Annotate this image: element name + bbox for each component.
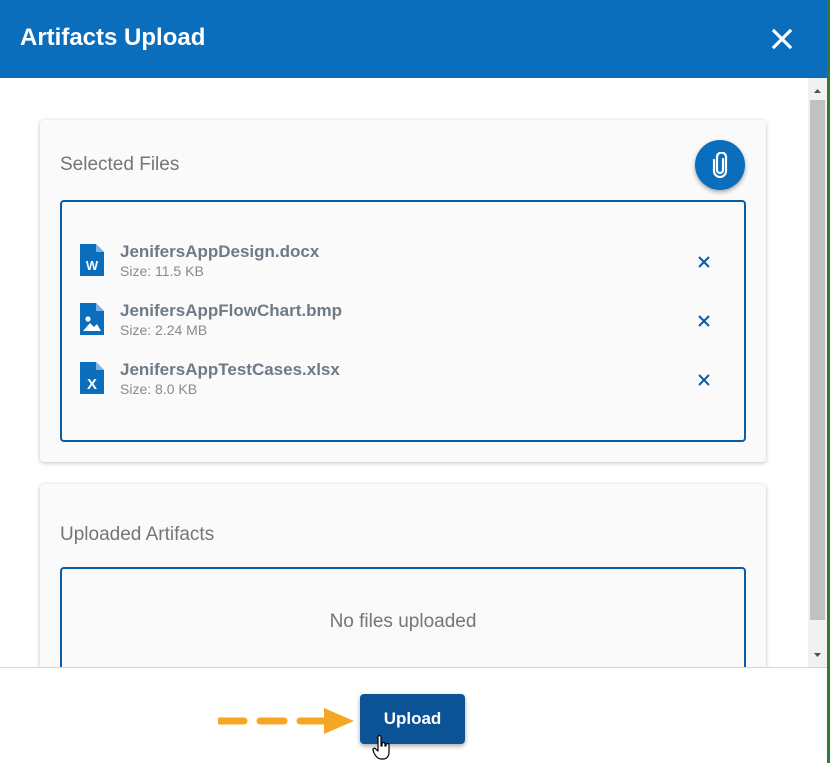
attach-file-button[interactable] (695, 140, 745, 190)
uploaded-artifacts-title: Uploaded Artifacts (60, 524, 215, 545)
close-icon[interactable] (764, 21, 800, 57)
file-row: JenifersAppFlowChart.bmp Size: 2.24 MB (80, 301, 730, 341)
file-name: JenifersAppTestCases.xlsx (120, 360, 340, 379)
dialog-footer: Upload (0, 667, 827, 764)
selected-files-card: Selected Files W JenifersAppDesign.docx … (40, 120, 766, 462)
file-name: JenifersAppDesign.docx (120, 242, 320, 261)
file-row: W JenifersAppDesign.docx Size: 11.5 KB (80, 242, 730, 282)
remove-file-icon[interactable] (694, 311, 714, 331)
uploaded-artifacts-card: Uploaded Artifacts No files uploaded (40, 484, 766, 667)
remove-file-icon[interactable] (694, 370, 714, 390)
vertical-scrollbar[interactable] (808, 78, 827, 667)
file-size: Size: 11.5 KB (120, 263, 204, 279)
svg-text:W: W (86, 258, 99, 273)
remove-file-icon[interactable] (694, 252, 714, 272)
dialog-content: Selected Files W JenifersAppDesign.docx … (0, 78, 808, 667)
arrow-pointer-icon (218, 708, 354, 734)
empty-state-text: No files uploaded (329, 611, 477, 632)
file-size: Size: 8.0 KB (120, 381, 198, 397)
file-size: Size: 2.24 MB (120, 322, 208, 338)
scrollbar-thumb[interactable] (810, 100, 825, 620)
selected-files-list: W JenifersAppDesign.docx Size: 11.5 KB J… (60, 200, 746, 442)
paperclip-icon (712, 152, 728, 178)
file-row: X JenifersAppTestCases.xlsx Size: 8.0 KB (80, 360, 730, 400)
scroll-down-arrow-icon[interactable] (808, 648, 827, 660)
image-file-icon (80, 303, 104, 335)
dialog-title: Artifacts Upload (20, 24, 206, 51)
dialog-header: Artifacts Upload (0, 0, 830, 78)
svg-text:X: X (87, 376, 97, 393)
selected-files-title: Selected Files (60, 154, 180, 175)
excel-file-icon: X (80, 362, 104, 394)
word-file-icon: W (80, 244, 104, 276)
hand-cursor-icon (372, 735, 390, 760)
uploaded-artifacts-list: No files uploaded (60, 567, 746, 667)
file-name: JenifersAppFlowChart.bmp (120, 301, 342, 320)
scroll-up-arrow-icon[interactable] (808, 84, 827, 96)
